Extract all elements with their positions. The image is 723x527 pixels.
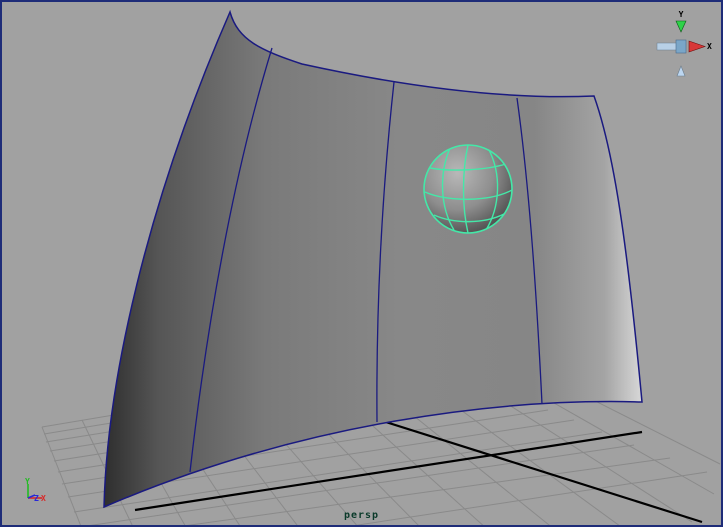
gizmo-z-label: Z [34,494,39,503]
camera-name-label: persp [343,510,380,521]
gizmo-y-label: Y [25,477,30,486]
view-cube[interactable]: Y X [649,10,713,80]
perspective-viewport[interactable]: Y X Y Z X persp [0,0,723,527]
selected-sphere[interactable] [423,144,513,234]
nurbs-surface[interactable] [103,9,643,509]
z-axis-cone-icon [676,65,686,77]
axis-orientation-gizmo: Y Z X [25,477,46,503]
scene-canvas[interactable] [2,2,723,527]
gizmo-x-label: X [41,494,46,503]
view-cube-center-icon [675,39,687,54]
view-cube-x-label: X [707,42,712,51]
x-axis-cone-icon [688,40,706,53]
y-axis-cone-icon [675,20,687,33]
view-cube-y-label: Y [679,10,684,19]
